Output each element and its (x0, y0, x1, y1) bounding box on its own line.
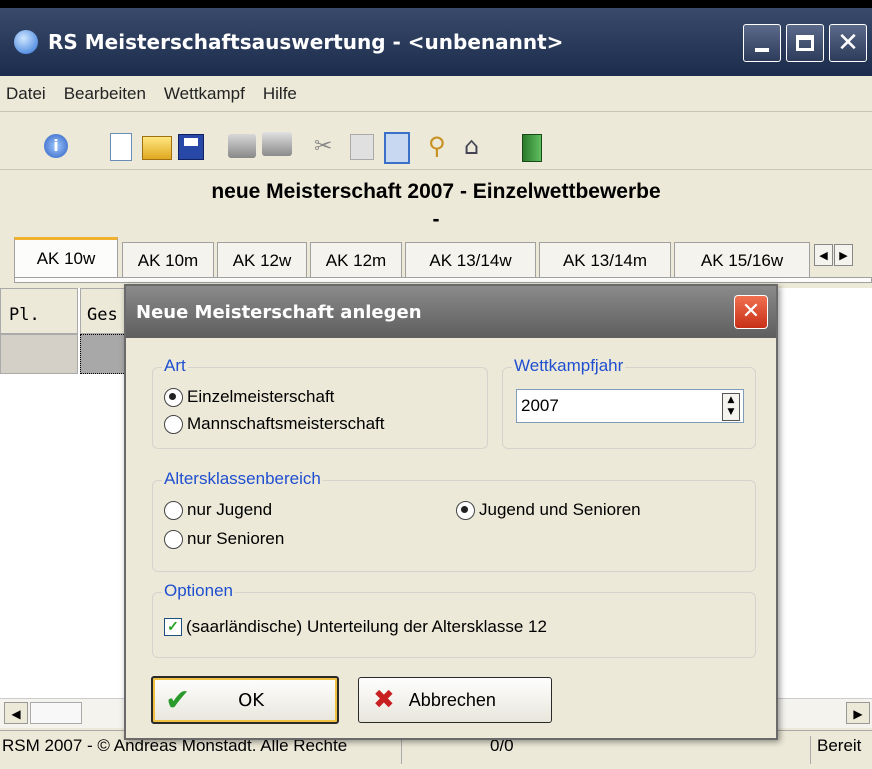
new-file-icon[interactable] (110, 133, 132, 161)
checkbox-checked-icon: ✓ (164, 618, 182, 636)
search-icon[interactable]: ⚲ (428, 132, 452, 160)
info-icon[interactable]: i (44, 134, 68, 158)
close-icon: ✕ (741, 299, 761, 324)
radio-mannschaftsmeisterschaft[interactable]: Mannschaftsmeisterschaft (164, 414, 384, 434)
tab-ak10m[interactable]: AK 10m (122, 242, 214, 278)
print-preview-icon[interactable] (262, 132, 292, 156)
save-icon[interactable] (178, 134, 204, 160)
art-label: Art (162, 356, 188, 376)
dialog-title-bar[interactable]: Neue Meisterschaft anlegen ✕ (126, 286, 776, 338)
close-button[interactable]: ✕ (829, 24, 867, 62)
scroll-thumb[interactable] (30, 702, 82, 724)
tab-ak12w[interactable]: AK 12w (217, 242, 307, 278)
page-subtitle: - (432, 208, 440, 231)
menu-hilfe[interactable]: Hilfe (263, 84, 297, 104)
menu-datei[interactable]: Datei (6, 84, 46, 104)
grid-row-header (0, 334, 78, 374)
window-title: RS Meisterschaftsauswertung - <unbenannt… (48, 30, 564, 54)
open-folder-icon[interactable] (142, 136, 172, 160)
radio-icon (164, 500, 183, 520)
menu-bearbeiten[interactable]: Bearbeiten (64, 84, 146, 104)
dialog: Neue Meisterschaft anlegen ✕ Art Einzelm… (124, 284, 778, 740)
title-bar[interactable]: RS Meisterschaftsauswertung - <unbenannt… (0, 8, 872, 76)
status-left: RSM 2007 - © Andreas Monstadt. Alle Rech… (2, 736, 402, 764)
dialog-title: Neue Meisterschaft anlegen (136, 302, 422, 323)
altersklassen-label: Altersklassenbereich (162, 469, 323, 489)
radio-icon (164, 414, 183, 434)
menu-wettkampf[interactable]: Wettkampf (164, 84, 245, 104)
tab-strip: AK 10w AK 10m AK 12w AK 12m AK 13/14w AK… (14, 237, 872, 278)
year-spinner[interactable]: 2007 ▲ ▼ (516, 389, 744, 423)
tab-ak1314w[interactable]: AK 13/14w (405, 242, 536, 278)
menu-bar: Datei Bearbeiten Wettkampf Hilfe (0, 76, 872, 112)
wettkampfjahr-label: Wettkampfjahr (512, 356, 626, 376)
tab-ak1516w[interactable]: AK 15/16w (674, 242, 810, 278)
cancel-button[interactable]: ✖ Abbrechen (358, 677, 552, 723)
tab-ak1314m[interactable]: AK 13/14m (539, 242, 671, 278)
home-icon[interactable]: ⌂ (464, 132, 488, 160)
minimize-button[interactable] (743, 24, 781, 62)
print-icon[interactable] (228, 134, 256, 158)
altersklassen-group (152, 480, 756, 572)
app-icon (14, 30, 38, 54)
copy-icon[interactable] (350, 134, 374, 160)
checkbox-unterteilung[interactable]: ✓ (saarländische) Unterteilung der Alter… (164, 617, 547, 637)
tab-scroll-left-button[interactable]: ◀ (814, 244, 833, 266)
art-group (152, 367, 488, 449)
paste-icon[interactable] (384, 132, 410, 164)
ok-button[interactable]: ✔ OK (151, 676, 339, 724)
radio-einzelmeisterschaft[interactable]: Einzelmeisterschaft (164, 387, 334, 407)
optionen-label: Optionen (162, 581, 235, 601)
maximize-button[interactable] (786, 24, 824, 62)
radio-icon (164, 529, 183, 549)
tab-panel (14, 277, 872, 283)
checkmark-icon: ✔ (165, 682, 191, 718)
cut-icon[interactable]: ✂ (314, 134, 338, 159)
tab-ak10w[interactable]: AK 10w (14, 237, 118, 278)
x-icon: ✖ (373, 685, 395, 715)
dialog-close-button[interactable]: ✕ (734, 295, 768, 329)
radio-icon (164, 387, 183, 407)
status-middle: 0/0 (490, 736, 514, 755)
exit-icon[interactable] (522, 134, 542, 162)
scroll-left-icon[interactable]: ◀ (4, 702, 28, 724)
tab-ak12m[interactable]: AK 12m (310, 242, 402, 278)
spinner-arrows-icon[interactable]: ▲ ▼ (722, 393, 740, 421)
radio-icon (456, 500, 475, 520)
radio-nur-jugend[interactable]: nur Jugend (164, 500, 272, 520)
status-right: Bereit (810, 736, 870, 764)
scroll-right-icon[interactable]: ▶ (846, 702, 870, 724)
radio-jugend-und-senioren[interactable]: Jugend und Senioren (456, 500, 641, 520)
tab-scroll-right-button[interactable]: ▶ (834, 244, 853, 266)
minimize-icon (755, 48, 769, 52)
close-icon: ✕ (837, 28, 859, 58)
year-input[interactable]: 2007 (521, 396, 559, 416)
grid-header-pl[interactable]: Pl. (0, 288, 78, 334)
page-title: neue Meisterschaft 2007 - Einzelwettbewe… (211, 180, 661, 203)
maximize-icon (796, 35, 814, 51)
radio-nur-senioren[interactable]: nur Senioren (164, 529, 284, 549)
